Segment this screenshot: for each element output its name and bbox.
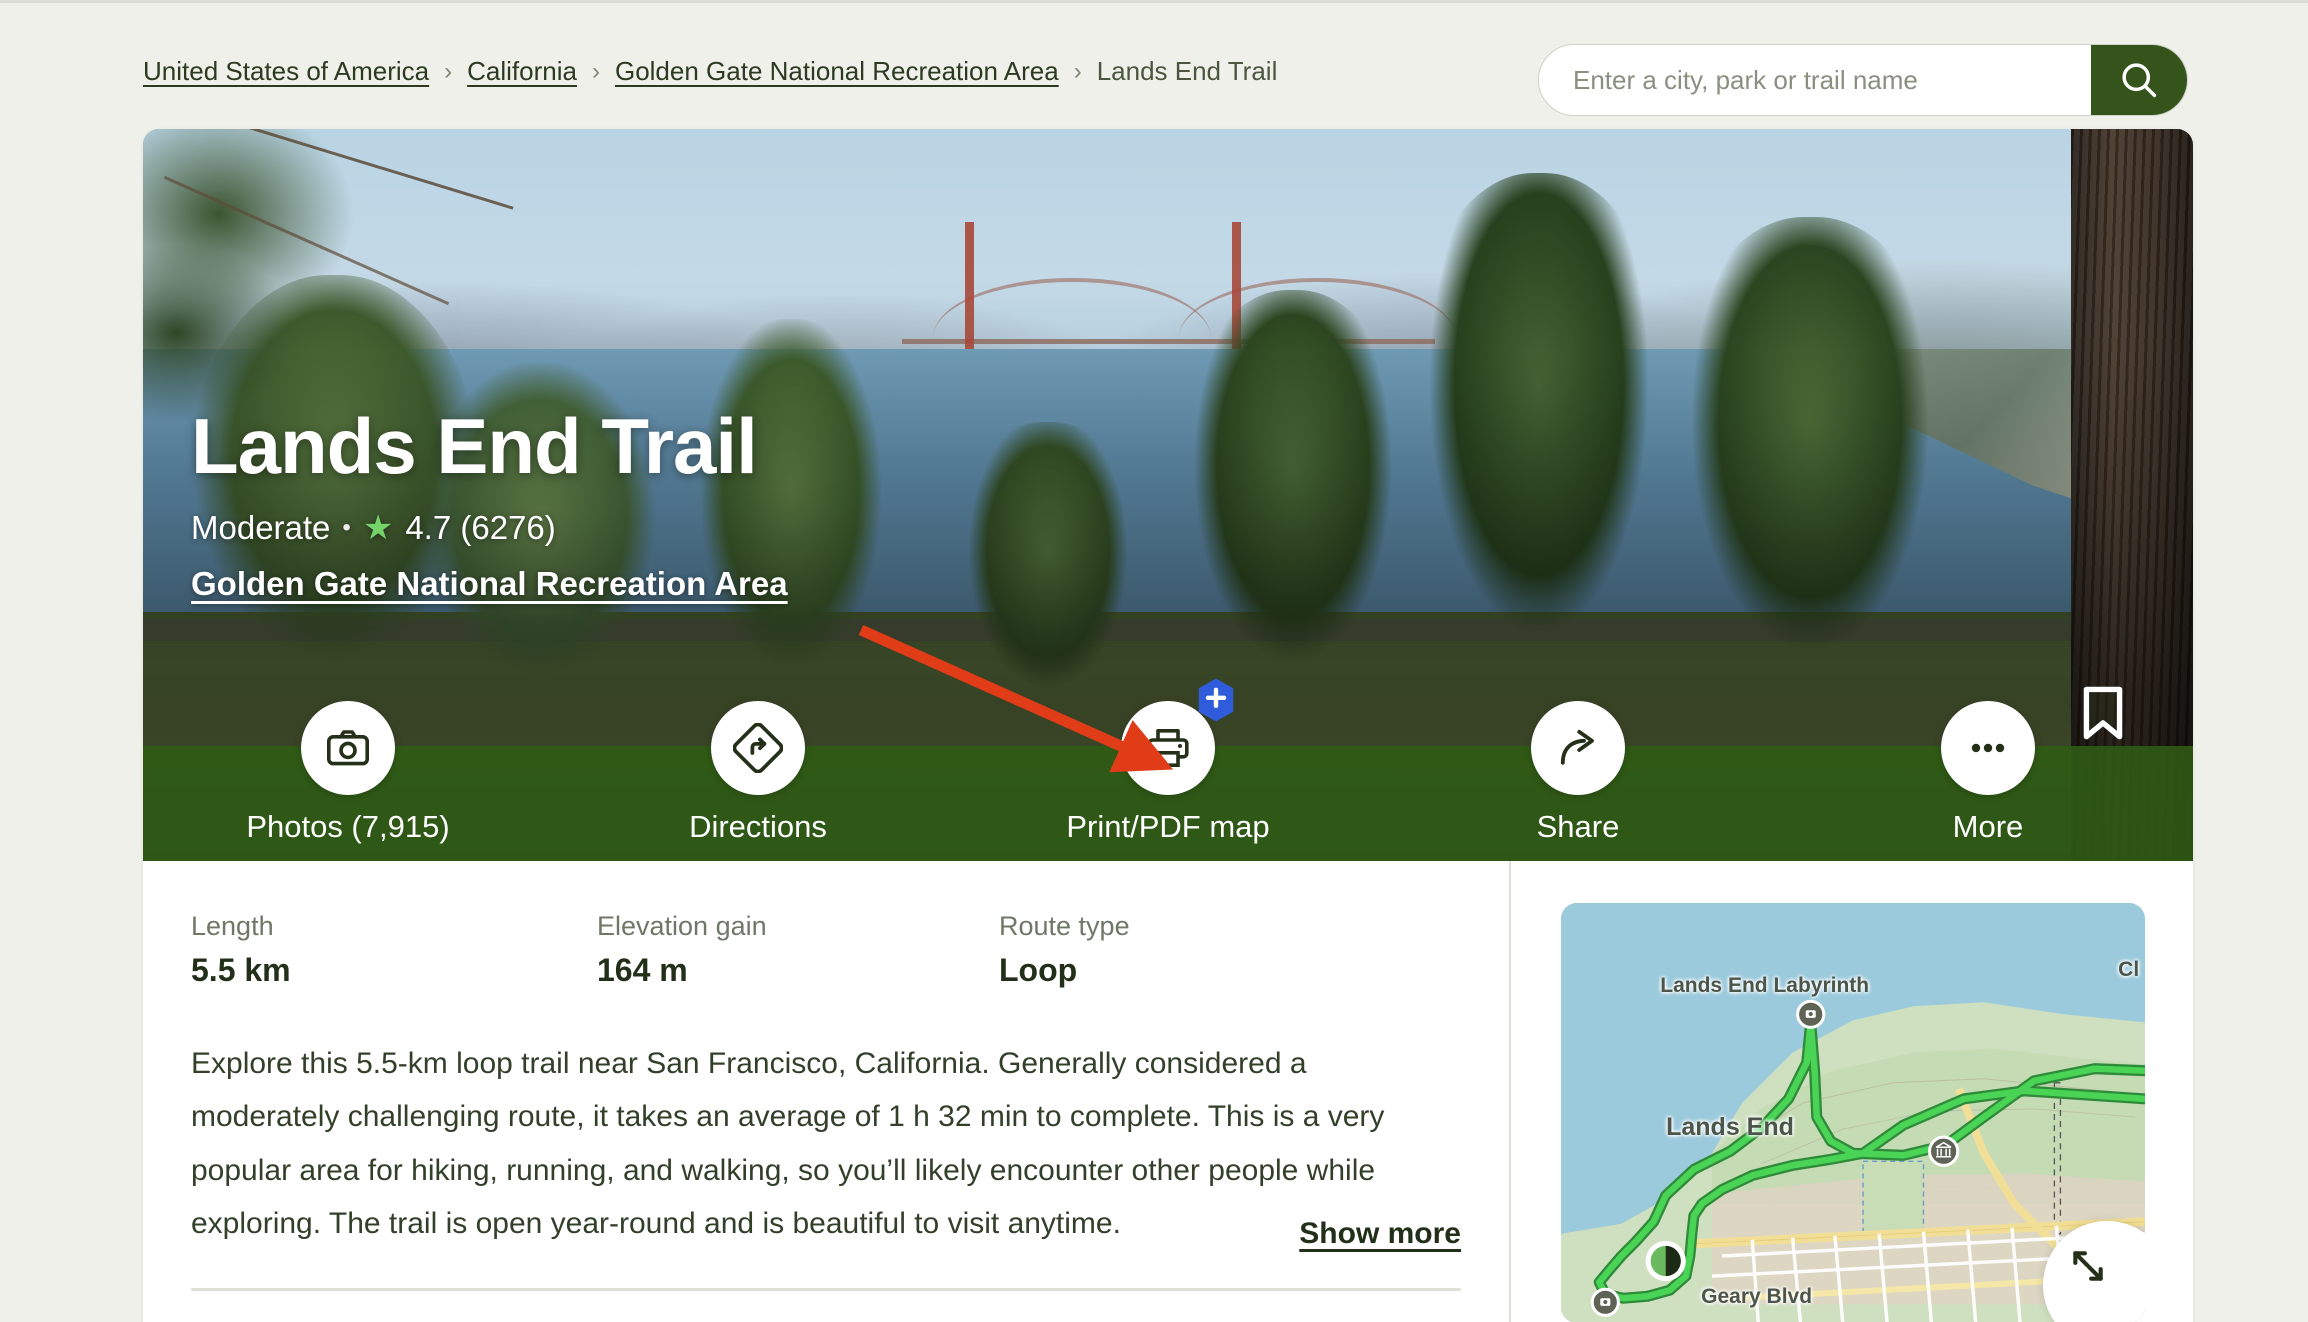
action-bar: Photos (7,915) Directions Print/PDF map … — [143, 678, 2193, 861]
rating-value: 4.7 (6276) — [405, 509, 556, 546]
more-button[interactable]: More — [1783, 701, 2193, 861]
share-icon-circle — [1531, 701, 1625, 795]
ellipsis-icon — [1971, 743, 2005, 753]
hero-text-block: Lands End Trail Moderate • ★ 4.7 (6276) … — [191, 407, 788, 603]
trail-map[interactable]: Lands End Labyrinth Lands End Geary Blvd… — [1561, 903, 2145, 1322]
top-bar: United States of America › California › … — [0, 6, 2308, 126]
description-text: Explore this 5.5-km loop trail near San … — [191, 1047, 1385, 1241]
stats-row: Length 5.5 km Elevation gain 164 m Route… — [191, 911, 1461, 989]
difficulty-label: Moderate — [191, 509, 331, 546]
breadcrumb-item-country[interactable]: United States of America — [143, 56, 429, 87]
trail-detail-page: United States of America › California › … — [0, 0, 2308, 1322]
description-block: Explore this 5.5-km loop trail near San … — [191, 1037, 1461, 1251]
search-icon — [2122, 63, 2157, 98]
print-pdf-map-button[interactable]: Print/PDF map — [963, 678, 1373, 861]
breadcrumb-separator-icon: › — [591, 57, 600, 85]
stat-route-type-value: Loop — [999, 952, 1078, 988]
camera-marker — [1590, 1287, 1620, 1317]
directions-button[interactable]: Directions — [553, 701, 963, 861]
stat-length-value: 5.5 km — [191, 952, 291, 988]
more-icon-circle — [1941, 701, 2035, 795]
camera-icon — [327, 730, 370, 766]
stat-length: Length 5.5 km — [191, 911, 597, 989]
stat-elevation-gain: Elevation gain 164 m — [597, 911, 999, 989]
meta-separator: • — [342, 514, 351, 541]
breadcrumb: United States of America › California › … — [143, 56, 1277, 87]
share-label: Share — [1536, 809, 1620, 844]
stat-elevation-value: 164 m — [597, 952, 688, 988]
printer-icon — [1147, 729, 1189, 767]
breadcrumb-separator-icon: › — [1073, 57, 1082, 85]
trail-info-panel: Length 5.5 km Elevation gain 164 m Route… — [143, 861, 1509, 1322]
bookmark-button[interactable] — [2071, 681, 2135, 745]
map-panel: Lands End Labyrinth Lands End Geary Blvd… — [1511, 861, 2193, 1322]
search-bar[interactable] — [1538, 44, 2188, 116]
photos-button[interactable]: Photos (7,915) — [143, 701, 553, 861]
expand-arrows-icon — [2073, 1251, 2103, 1281]
photos-label: Photos (7,915) — [246, 809, 450, 844]
trail-card: Lands End Trail Moderate • ★ 4.7 (6276) … — [143, 129, 2193, 1322]
stat-route-type-label: Route type — [999, 911, 1130, 941]
breadcrumb-item-state[interactable]: California — [467, 56, 577, 87]
more-label: More — [1952, 809, 2024, 844]
star-icon: ★ — [362, 509, 394, 547]
search-button[interactable] — [2091, 45, 2187, 115]
section-divider — [191, 1288, 1461, 1291]
directions-icon — [733, 723, 783, 773]
park-link[interactable]: Golden Gate National Recreation Area — [191, 565, 788, 603]
stat-elevation-label: Elevation gain — [597, 911, 767, 941]
directions-icon-circle — [711, 701, 805, 795]
directions-label: Directions — [689, 809, 827, 844]
share-button[interactable]: Share — [1373, 701, 1783, 861]
bookmark-icon — [2083, 686, 2123, 740]
breadcrumb-item-park[interactable]: Golden Gate National Recreation Area — [615, 56, 1059, 87]
show-more-link[interactable]: Show more — [1275, 1216, 1461, 1251]
print-pdf-map-label: Print/PDF map — [1066, 809, 1270, 844]
photos-icon-circle — [301, 701, 395, 795]
museum-marker — [1928, 1135, 1960, 1167]
page-title: Lands End Trail — [191, 402, 758, 491]
trail-meta: Moderate • ★ 4.7 (6276) — [191, 509, 788, 547]
stat-length-label: Length — [191, 911, 274, 941]
breadcrumb-separator-icon: › — [444, 57, 453, 85]
stat-route-type: Route type Loop — [999, 911, 1130, 989]
plus-badge-icon — [1196, 677, 1236, 723]
breadcrumb-item-current: Lands End Trail — [1096, 56, 1278, 86]
share-arrow-icon — [1560, 729, 1594, 765]
camera-marker — [1796, 999, 1826, 1029]
trailhead-marker — [1645, 1240, 1686, 1282]
hero-section: Lands End Trail Moderate • ★ 4.7 (6276) … — [143, 129, 2193, 861]
search-input[interactable] — [1539, 45, 2091, 115]
trail-body: Length 5.5 km Elevation gain 164 m Route… — [143, 861, 2193, 1322]
